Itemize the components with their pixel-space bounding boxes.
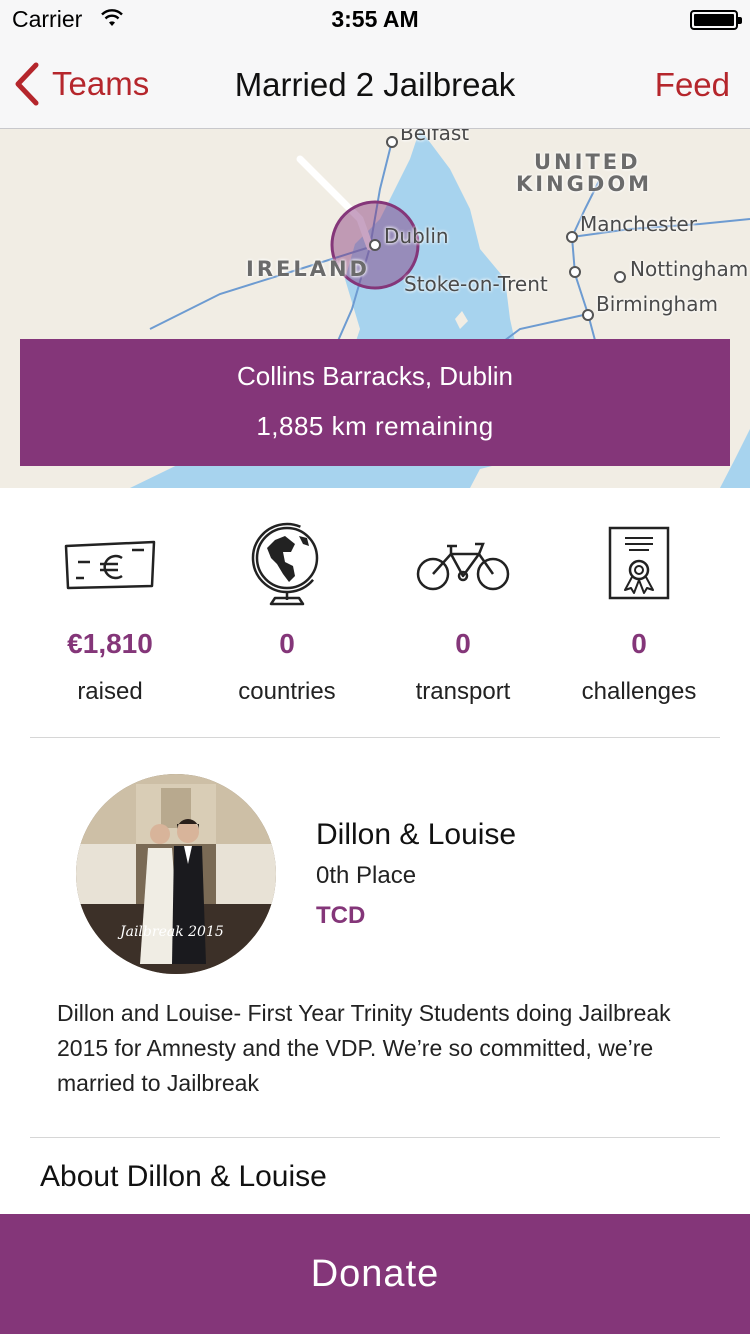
map-label-ireland: IRELAND (246, 257, 370, 281)
bicycle-icon (416, 542, 510, 591)
location-banner: Collins Barracks, Dublin 1,885 km remain… (20, 339, 730, 466)
map-label-manchester: Manchester (580, 212, 697, 236)
about-heading: About Dillon & Louise (40, 1160, 327, 1193)
section-divider (30, 737, 720, 738)
current-location: Collins Barracks, Dublin (237, 361, 513, 391)
status-bar: Carrier 3:55 AM (0, 0, 750, 40)
feed-button[interactable]: Feed (655, 66, 730, 104)
navigation-bar: Teams Married 2 Jailbreak Feed (0, 40, 750, 129)
map-label-birmingham: Birmingham (596, 292, 718, 316)
stat-raised: €1,810 raised (16, 488, 204, 738)
clock: 3:55 AM (331, 6, 419, 32)
team-stats: €1,810 raised 0 countries 0 transport 0 … (0, 488, 750, 738)
certificate-icon (608, 526, 670, 600)
stat-value: €1,810 (67, 628, 153, 659)
photo-caption: Jailbreak 2015 (120, 924, 224, 940)
page-title: Married 2 Jailbreak (234, 66, 516, 103)
stat-label: raised (77, 678, 143, 705)
team-photo-graphic (76, 774, 276, 974)
stat-label: transport (415, 678, 511, 705)
stat-value: 0 (279, 628, 295, 659)
banknote-icon (64, 540, 156, 590)
donate-button[interactable]: Donate (0, 1214, 750, 1334)
map-label-uk-line-1: UNITED (534, 150, 641, 174)
map-label-nottingham: Nottingham (630, 257, 749, 281)
globe-icon (251, 522, 323, 606)
map-label-uk-line-2: KINGDOM (516, 172, 653, 196)
stat-value: 0 (455, 628, 471, 659)
battery-icon (690, 10, 742, 30)
stat-countries: 0 countries (193, 488, 381, 738)
team-name: Dillon & Louise (316, 818, 517, 851)
stat-value: 0 (631, 628, 647, 659)
team-photo: Jailbreak 2015 (76, 774, 276, 974)
stat-challenges: 0 challenges (545, 488, 733, 738)
stat-transport: 0 transport (369, 488, 557, 738)
stat-label: countries (238, 678, 336, 705)
distance-remaining: 1,885 km remaining (256, 411, 494, 441)
map-label-dublin: Dublin (384, 224, 449, 248)
team-place: 0th Place (316, 862, 417, 889)
map-label-stoke: Stoke-on-Trent (404, 272, 548, 296)
team-bio: Dillon and Louise- First Year Trinity St… (57, 1000, 671, 1096)
section-divider (30, 1137, 720, 1138)
map-label-belfast: Belfast (400, 129, 470, 145)
team-school: TCD (316, 902, 366, 929)
stat-label: challenges (581, 678, 697, 705)
